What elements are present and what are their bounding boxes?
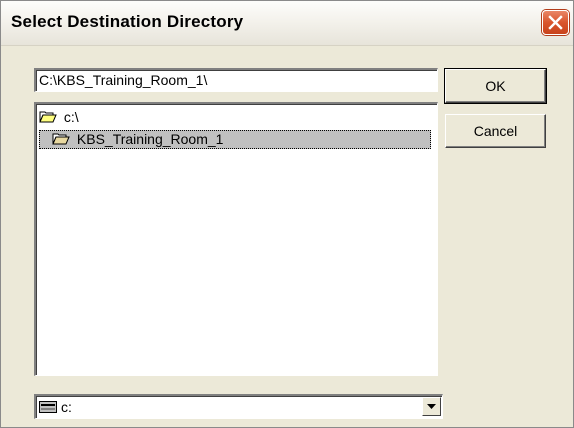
directory-tree[interactable]: c:\ KBS_Training_Room_1 [34,102,438,376]
select-destination-dialog: Select Destination Directory C:\KBS_Trai… [0,0,574,428]
dropdown-button[interactable] [422,397,441,416]
title-bar[interactable]: Select Destination Directory [1,1,573,46]
drive-select-value: c: [61,399,72,415]
tree-item-label: KBS_Training_Room_1 [76,131,224,147]
tree-item-c-drive[interactable]: c:\ [39,108,79,127]
drive-select[interactable]: c: [34,394,443,419]
dialog-title: Select Destination Directory [11,12,244,31]
chevron-down-icon [427,404,436,409]
close-button[interactable] [542,10,569,35]
directory-path-input[interactable]: C:\KBS_Training_Room_1\ [34,68,438,92]
tree-item-kbs-training-room[interactable]: KBS_Training_Room_1 [39,130,431,149]
tree-item-label: c:\ [63,109,79,125]
ok-button[interactable]: OK [444,68,547,104]
cancel-button[interactable]: Cancel [445,114,546,148]
open-folder-icon [52,133,70,145]
drive-icon [39,401,57,413]
close-icon [548,15,563,30]
open-folder-icon [39,111,57,123]
